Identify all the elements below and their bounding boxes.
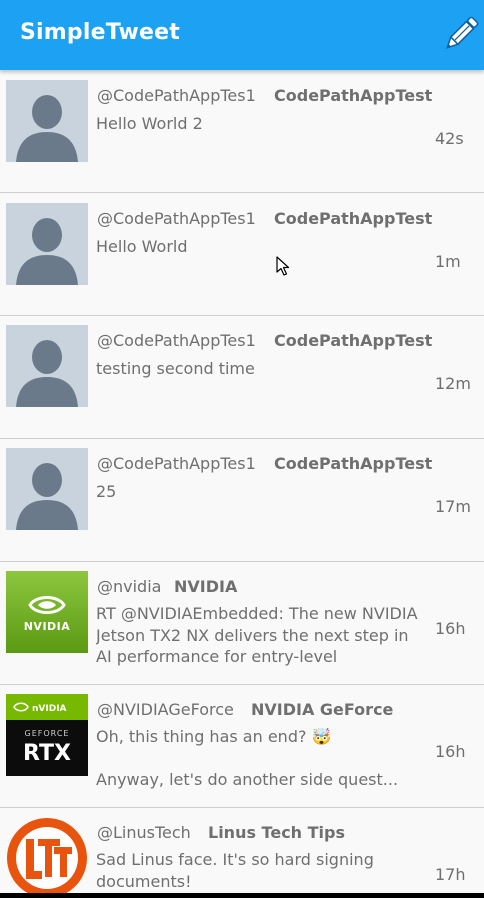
tweet-row[interactable]: @LinusTech Linus Tech Tips Sad Linus fac… bbox=[0, 808, 484, 894]
geforce-rtx-logo[interactable]: nVIDIA GEFORCE RTX bbox=[6, 694, 88, 776]
pencil-icon bbox=[446, 16, 479, 49]
compose-button[interactable] bbox=[440, 14, 480, 56]
tweet-author-name: NVIDIA GeForce bbox=[251, 700, 394, 719]
tweet-text: Oh, this thing has an end? 🤯 bbox=[96, 727, 332, 746]
tweet-text: Hello World 2 bbox=[96, 114, 203, 133]
tweet-author-name: CodePathAppTest bbox=[274, 209, 433, 228]
tweet-handle: @LinusTech bbox=[97, 823, 191, 842]
tweet-text: Sad Linus face. It's so hard signing doc… bbox=[96, 850, 374, 891]
tweet-author-name: CodePathAppTest bbox=[274, 86, 433, 105]
tweet-handle: @CodePathAppTes1 bbox=[97, 209, 256, 228]
tweet-timestamp: 17h bbox=[435, 865, 466, 884]
system-nav-bar bbox=[0, 893, 484, 898]
default-avatar-icon[interactable] bbox=[6, 80, 88, 162]
tweet-row[interactable]: @CodePathAppTes1 CodePathAppTest Hello W… bbox=[0, 70, 484, 193]
svg-text:RTX: RTX bbox=[23, 741, 71, 766]
tweet-text-line2: Anyway, let's do another side quest... bbox=[96, 770, 399, 789]
app-title: SimpleTweet bbox=[20, 20, 180, 45]
tweet-author-name: Linus Tech Tips bbox=[208, 823, 346, 842]
tweet-row[interactable]: @CodePathAppTes1 CodePathAppTest 25 17m bbox=[0, 439, 484, 562]
tweet-row[interactable]: @CodePathAppTes1 CodePathAppTest testing… bbox=[0, 316, 484, 439]
tweet-handle: @NVIDIAGeForce bbox=[97, 700, 234, 719]
tweet-text: 25 bbox=[96, 482, 117, 501]
svg-text:GEFORCE: GEFORCE bbox=[25, 729, 70, 738]
tweet-timestamp: 16h bbox=[435, 742, 466, 761]
tweet-handle: @CodePathAppTes1 bbox=[97, 331, 256, 350]
default-avatar-icon[interactable] bbox=[6, 448, 88, 530]
tweet-timestamp: 42s bbox=[435, 129, 464, 148]
nvidia-logo[interactable]: NVIDIA bbox=[6, 571, 88, 653]
tweet-author-name: CodePathAppTest bbox=[274, 454, 433, 473]
tweet-author-name: CodePathAppTest bbox=[274, 331, 433, 350]
svg-text:nVIDIA: nVIDIA bbox=[32, 704, 67, 714]
tweet-timestamp: 16h bbox=[435, 619, 466, 638]
tweet-handle: @CodePathAppTes1 bbox=[97, 86, 256, 105]
tweet-handle: @nvidia bbox=[97, 577, 162, 596]
tweet-row[interactable]: NVIDIA @nvidia NVIDIA RT @NVIDIAEmbedded… bbox=[0, 562, 484, 685]
tweet-text: RT @NVIDIAEmbedded: The new NVIDIA Jetso… bbox=[96, 604, 418, 666]
tweet-text: testing second time bbox=[96, 359, 255, 378]
tweet-row[interactable]: nVIDIA GEFORCE RTX @NVIDIAGeForce NVIDIA… bbox=[0, 685, 484, 808]
svg-text:NVIDIA: NVIDIA bbox=[24, 620, 71, 633]
tweet-timestamp: 1m bbox=[435, 252, 461, 271]
default-avatar-icon[interactable] bbox=[6, 325, 88, 407]
tweet-author-name: NVIDIA bbox=[174, 577, 238, 596]
tweet-timeline[interactable]: @CodePathAppTes1 CodePathAppTest Hello W… bbox=[0, 70, 484, 894]
tweet-timestamp: 17m bbox=[435, 497, 471, 516]
app-bar: SimpleTweet bbox=[0, 0, 484, 70]
mouse-cursor-icon bbox=[276, 256, 290, 276]
tweet-timestamp: 12m bbox=[435, 374, 471, 393]
default-avatar-icon[interactable] bbox=[6, 203, 88, 285]
tweet-text: Hello World bbox=[96, 237, 188, 256]
ltt-logo[interactable] bbox=[6, 817, 88, 894]
tweet-row[interactable]: @CodePathAppTes1 CodePathAppTest Hello W… bbox=[0, 193, 484, 316]
tweet-handle: @CodePathAppTes1 bbox=[97, 454, 256, 473]
